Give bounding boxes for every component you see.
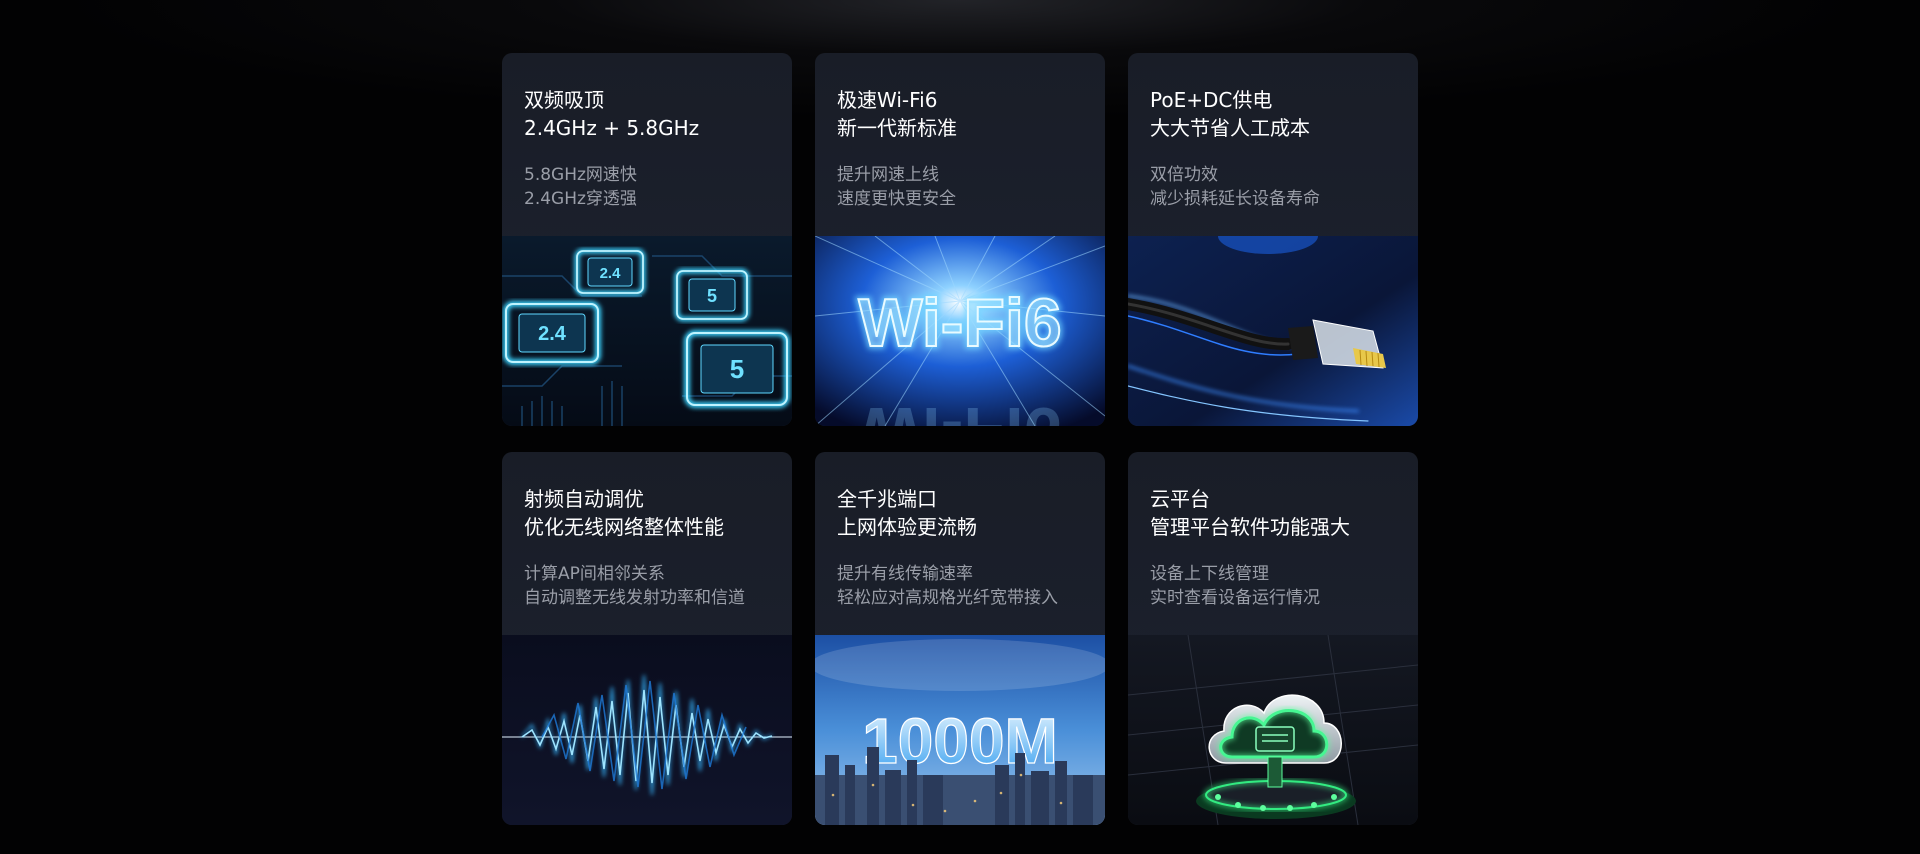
feature-title: PoE+DC供电 大大节省人工成本 [1150,86,1396,142]
feature-card-dual-band: 双频吸顶 2.4GHz + 5.8GHz 5.8GHz网速快 2.4GHz穿透强 [502,53,792,426]
feature-title-line1: 射频自动调优 [524,487,644,511]
feature-card-cloud-platform: 云平台 管理平台软件功能强大 设备上下线管理 实时查看设备运行情况 [1128,452,1418,825]
feature-title: 双频吸顶 2.4GHz + 5.8GHz [524,86,770,142]
feature-desc-line2: 2.4GHz穿透强 [524,189,637,209]
feature-title: 射频自动调优 优化无线网络整体性能 [524,485,770,541]
feature-desc-line1: 设备上下线管理 [1150,564,1269,584]
feature-title-line2: 新一代新标准 [837,116,957,140]
feature-card-text: 云平台 管理平台软件功能强大 设备上下线管理 实时查看设备运行情况 [1128,452,1418,635]
feature-card-rf-tuning: 射频自动调优 优化无线网络整体性能 计算AP间相邻关系 自动调整无线发射功率和信… [502,452,792,825]
feature-card-poe-dc: PoE+DC供电 大大节省人工成本 双倍功效 减少损耗延长设备寿命 [1128,53,1418,426]
gigabit-text: 1000M [862,705,1058,777]
feature-card-gigabit: 全千兆端口 上网体验更流畅 提升有线传输速率 轻松应对高规格光纤宽带接入 100… [815,452,1105,825]
feature-card-text: 双频吸顶 2.4GHz + 5.8GHz 5.8GHz网速快 2.4GHz穿透强 [502,53,792,236]
wifi6-reflection: Wi-Fi6 [858,393,1061,426]
wifi6-text: Wi-Fi6 [858,285,1061,361]
dual-band-chip-image: 2.4 5 2.4 5 [502,236,792,426]
feature-desc-line1: 提升网速上线 [837,165,939,185]
feature-card-wifi6: 极速Wi-Fi6 新一代新标准 提升网速上线 速度更快更安全 Wi-Fi6 Wi… [815,53,1105,426]
ethernet-cable-image [1128,236,1418,426]
chip-label: 2.4 [538,323,567,345]
radio-waveform-image [502,635,792,825]
product-features-page: 双频吸顶 2.4GHz + 5.8GHz 5.8GHz网速快 2.4GHz穿透强 [0,0,1920,854]
feature-title: 全千兆端口 上网体验更流畅 [837,485,1083,541]
feature-desc-line1: 提升有线传输速率 [837,564,973,584]
feature-desc-line1: 双倍功效 [1150,165,1218,185]
feature-card-text: 全千兆端口 上网体验更流畅 提升有线传输速率 轻松应对高规格光纤宽带接入 [815,452,1105,635]
gigabit-city-image: 1000M [815,635,1105,825]
feature-title-line1: 云平台 [1150,487,1210,511]
feature-title-line2: 大大节省人工成本 [1150,116,1310,140]
chip-label: 5 [707,286,717,306]
feature-card-text: 射频自动调优 优化无线网络整体性能 计算AP间相邻关系 自动调整无线发射功率和信… [502,452,792,635]
feature-title-line1: PoE+DC供电 [1150,88,1273,112]
feature-desc-line2: 自动调整无线发射功率和信道 [524,588,745,608]
feature-description: 5.8GHz网速快 2.4GHz穿透强 [524,163,770,211]
feature-desc-line2: 轻松应对高规格光纤宽带接入 [837,588,1058,608]
feature-title: 云平台 管理平台软件功能强大 [1150,485,1396,541]
feature-description: 双倍功效 减少损耗延长设备寿命 [1150,163,1396,211]
feature-title-line2: 2.4GHz + 5.8GHz [524,116,700,140]
feature-desc-line2: 实时查看设备运行情况 [1150,588,1320,608]
feature-title-line2: 优化无线网络整体性能 [524,515,724,539]
feature-title: 极速Wi-Fi6 新一代新标准 [837,86,1083,142]
chip-label: 2.4 [600,265,622,282]
feature-desc-line2: 减少损耗延长设备寿命 [1150,189,1320,209]
feature-desc-line1: 5.8GHz网速快 [524,165,637,185]
feature-description: 设备上下线管理 实时查看设备运行情况 [1150,562,1396,610]
cloud-platform-image [1128,635,1418,825]
feature-grid: 双频吸顶 2.4GHz + 5.8GHz 5.8GHz网速快 2.4GHz穿透强 [502,53,1418,825]
feature-description: 提升有线传输速率 轻松应对高规格光纤宽带接入 [837,562,1083,610]
feature-title-line2: 管理平台软件功能强大 [1150,515,1350,539]
feature-description: 提升网速上线 速度更快更安全 [837,163,1083,211]
feature-card-text: PoE+DC供电 大大节省人工成本 双倍功效 减少损耗延长设备寿命 [1128,53,1418,236]
feature-desc-line2: 速度更快更安全 [837,189,956,209]
chip-label: 5 [730,354,744,384]
feature-title-line2: 上网体验更流畅 [837,515,977,539]
feature-title-line1: 双频吸顶 [524,88,604,112]
wifi6-light-image: Wi-Fi6 Wi-Fi6 Wi-Fi6 [815,236,1105,426]
feature-description: 计算AP间相邻关系 自动调整无线发射功率和信道 [524,562,770,610]
feature-title-line1: 极速Wi-Fi6 [837,88,938,112]
feature-desc-line1: 计算AP间相邻关系 [524,564,665,584]
feature-card-text: 极速Wi-Fi6 新一代新标准 提升网速上线 速度更快更安全 [815,53,1105,236]
feature-title-line1: 全千兆端口 [837,487,937,511]
